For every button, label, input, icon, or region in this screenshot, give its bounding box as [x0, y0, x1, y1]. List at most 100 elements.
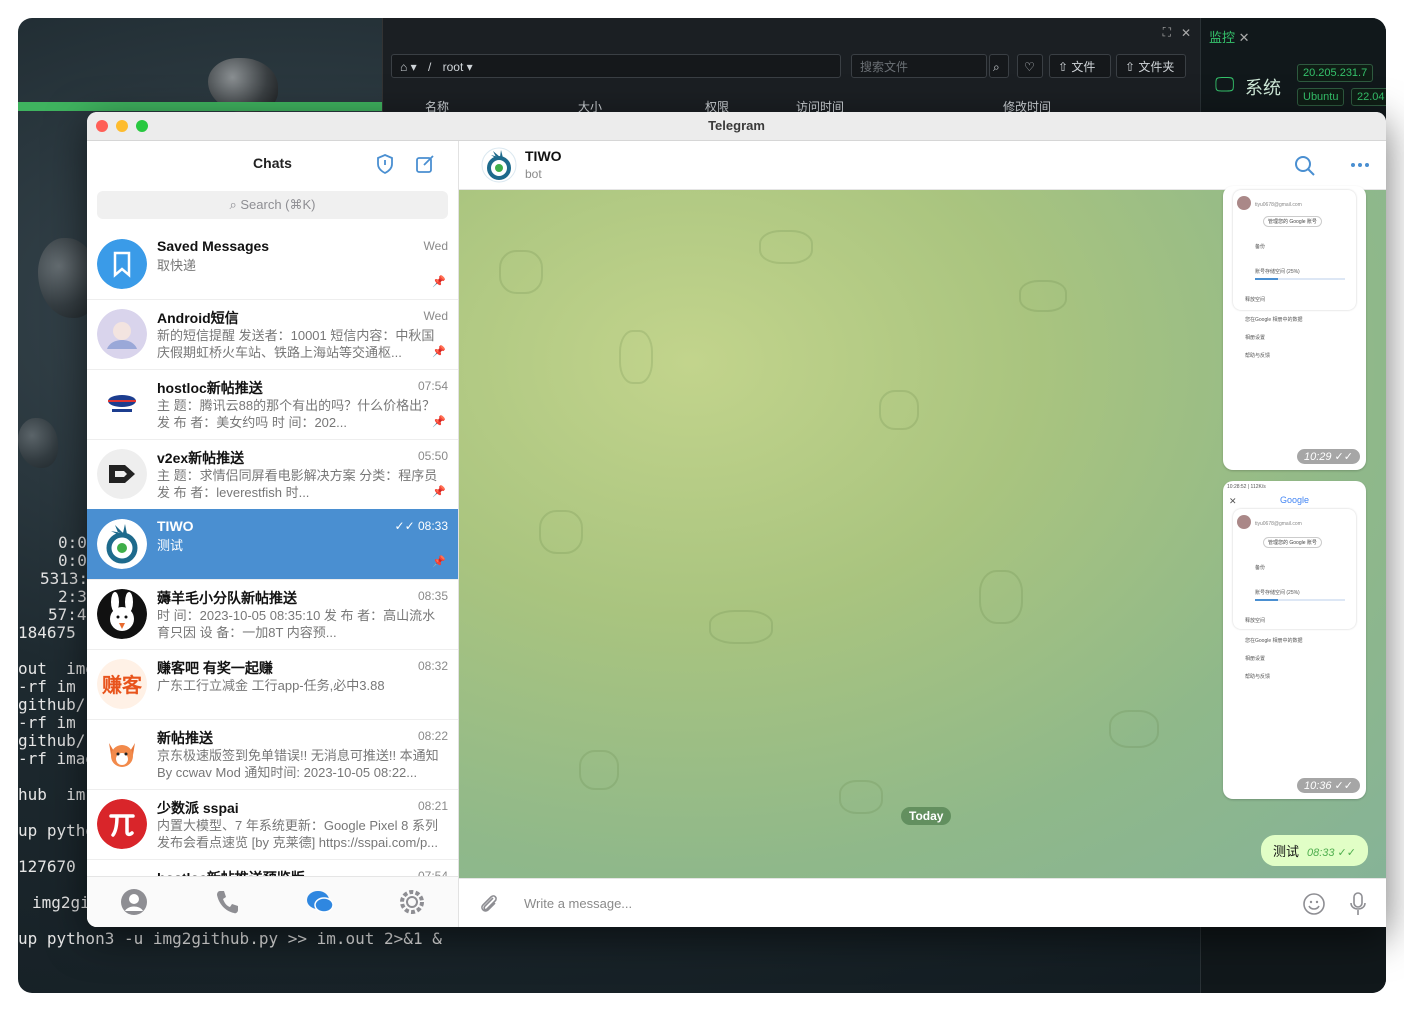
terminal-line: -rf imag	[18, 749, 96, 768]
microphone-icon[interactable]	[1348, 891, 1368, 917]
chat-time: ✓✓ 08:33	[394, 519, 448, 533]
proxy-shield-icon[interactable]	[374, 153, 396, 175]
more-icon[interactable]	[1350, 161, 1370, 169]
chat-list-item[interactable]: TIWO ✓✓ 08:33 测试 📌	[87, 509, 458, 580]
chat-preview: 广东工行立减金 工行app-任务,必中3.88	[157, 678, 385, 693]
screenshot-row: 释放空间	[1245, 618, 1266, 624]
chat-list-item[interactable]: Saved Messages Wed 取快递 📌	[87, 229, 458, 300]
screenshot-button: 管理您的 Google 账号	[1263, 216, 1322, 227]
text-message[interactable]: 测试 08:33 ✓✓	[1260, 835, 1368, 866]
calls-icon[interactable]	[212, 887, 242, 917]
chat-list-item[interactable]: 少数派 sspai 08:21 内置大模型、7 年系统更新：Google Pixel…	[87, 789, 458, 860]
chat-avatar	[97, 519, 147, 569]
storage-bar	[1255, 599, 1345, 601]
monitor-tab[interactable]: 监控 ✕	[1209, 27, 1250, 46]
google-logo: Google	[1279, 495, 1310, 505]
attach-icon[interactable]	[477, 892, 501, 916]
chat-list-item[interactable]: Android短信 Wed 新的短信提醒 发送者：10001 短信内容：中秋国庆假期…	[87, 299, 458, 370]
file-search-input[interactable]: 搜索文件	[851, 54, 987, 78]
compose-icon[interactable]	[414, 153, 436, 175]
screenshot-account: tiyu0678@gmail.com	[1255, 202, 1302, 208]
chat-name: Saved Messages	[157, 238, 270, 254]
message-time: 10:36 ✓✓	[1296, 778, 1360, 793]
monitor-icon: 🖵	[1215, 74, 1235, 96]
search-icon: ⌕	[229, 197, 241, 212]
chats-icon[interactable]	[305, 887, 335, 917]
avatar	[1237, 515, 1251, 529]
bottom-tab-bar	[87, 876, 458, 927]
chat-name: hostloc新帖推送	[157, 380, 263, 396]
os-chip: Ubuntu	[1297, 88, 1345, 106]
upload-file-button[interactable]: ⇧ 文件	[1049, 54, 1111, 78]
conversation-title: TIWO	[525, 148, 562, 164]
chat-time: 08:21	[417, 799, 448, 813]
terminal-command: up python3 -u img2github.py >> im.out 2>…	[18, 929, 442, 948]
pin-icon: 📌	[432, 486, 446, 498]
chat-list-item[interactable]: v2ex新帖推送 05:50 主 题：求情侣同屏看电影解决方案 分类：程序员 发 布…	[87, 439, 458, 510]
screenshot-row: 您在Google 相册中的数据	[1245, 638, 1303, 644]
terminal-line: github/	[18, 695, 86, 714]
image-message[interactable]: tiyu0678@gmail.com 管理您的 Google 账号 备份 账号存…	[1223, 186, 1366, 470]
terminal-line: 184675	[18, 623, 76, 642]
doodle	[979, 570, 1023, 624]
upload-folder-button[interactable]: ⇧ 文件夹	[1116, 54, 1186, 78]
sidebar-title: Chats	[253, 155, 292, 171]
chat-name: 少数派 sspai	[157, 800, 239, 816]
emoji-icon[interactable]	[1302, 892, 1326, 916]
close-icon[interactable]: ✕	[1181, 26, 1191, 40]
doodle	[709, 610, 773, 644]
chat-name: TIWO	[157, 518, 194, 534]
chat-list-item[interactable]: 新帖推送 08:22 京东极速版签到免单错误!! 无消息可推送!! 本通知 By c…	[87, 719, 458, 790]
version-chip: 22.04	[1351, 88, 1386, 106]
doodle	[879, 390, 919, 430]
title-bar: Telegram	[87, 112, 1386, 141]
chat-sidebar: Chats ⌕ Search (⌘K) Saved Messages Wed 取快递…	[87, 141, 459, 927]
path-root: /	[427, 60, 432, 74]
home-icon[interactable]: ⌂ ▾	[400, 60, 417, 74]
chat-time: 08:32	[417, 659, 448, 673]
path-segment[interactable]: root	[443, 60, 464, 74]
terminal-line: 57:4	[48, 605, 87, 624]
heart-icon[interactable]: ♡	[1017, 54, 1043, 78]
pin-icon: 📌	[432, 346, 446, 358]
pin-icon: 📌	[432, 416, 446, 428]
chat-list-item[interactable]: 赚客 赚客吧 有奖一起赚 08:32 广东工行立减金 工行app-任务,必中3.88	[87, 649, 458, 720]
chat-preview: 时 间：2023-10-05 08:35:10 发 布 者：高山流水育只因 设 …	[157, 608, 436, 640]
chat-time: 07:54	[417, 379, 448, 393]
conversation-status: bot	[525, 167, 542, 181]
chat-background: tiyu0678@gmail.com 管理您的 Google 账号 备份 账号存…	[459, 186, 1386, 878]
settings-icon[interactable]	[397, 887, 427, 917]
search-icon[interactable]: ⌕	[989, 54, 1009, 78]
telegram-window: Telegram Chats ⌕ Search (⌘K) Saved Messa…	[87, 112, 1386, 927]
doodle	[579, 750, 619, 790]
progress-bar	[18, 102, 382, 111]
contacts-icon[interactable]	[119, 887, 149, 917]
path-bar[interactable]: ⌂ ▾ / root ▾	[391, 54, 841, 78]
avatar	[1237, 196, 1251, 210]
chat-name: 赚客吧 有奖一起赚	[157, 660, 273, 676]
svg-text:赚客: 赚客	[101, 673, 143, 697]
image-message[interactable]: 10:28:52 | 112K/s ✕ Google tiyu0678@gmai…	[1223, 481, 1366, 799]
bot-avatar[interactable]	[481, 147, 517, 183]
terminal-line: 5313:	[40, 569, 89, 588]
screenshot-row: 相册设置	[1245, 335, 1266, 341]
chat-preview: 主 题：求情侣同屏看电影解决方案 分类：程序员 发 布 者：leverestfi…	[157, 468, 438, 500]
terminal-line: github/	[18, 731, 86, 750]
search-icon[interactable]	[1294, 155, 1316, 177]
screenshot-card: tiyu0678@gmail.com 管理您的 Google 账号 备份 账号存…	[1233, 509, 1356, 629]
window-title: Telegram	[708, 118, 765, 133]
maximize-icon[interactable]: ⛶	[1163, 25, 1171, 40]
screenshot-row: 帮助与反馈	[1245, 674, 1271, 680]
date-divider: Today	[901, 807, 952, 825]
chat-avatar	[97, 309, 147, 359]
chat-list-item[interactable]: 薅羊毛小分队新帖推送 08:35 时 间：2023-10-05 08:35:10 发…	[87, 579, 458, 650]
chat-search-input[interactable]: ⌕ Search (⌘K)	[97, 191, 448, 219]
ip-chip[interactable]: 20.205.231.7	[1297, 64, 1374, 82]
chat-avatar	[97, 589, 147, 639]
message-input[interactable]: Write a message...	[524, 896, 632, 911]
storage-bar	[1255, 278, 1345, 280]
screenshot-status-bar: 10:28:52 | 112K/s	[1227, 484, 1266, 490]
chat-list-item[interactable]: hostloc新帖推送 07:54 主 题：腾讯云88的那个有出的吗？什么价格出？ …	[87, 369, 458, 440]
screenshot-account: tiyu0678@gmail.com	[1255, 521, 1302, 527]
terminal-line: img2gi	[32, 893, 90, 912]
